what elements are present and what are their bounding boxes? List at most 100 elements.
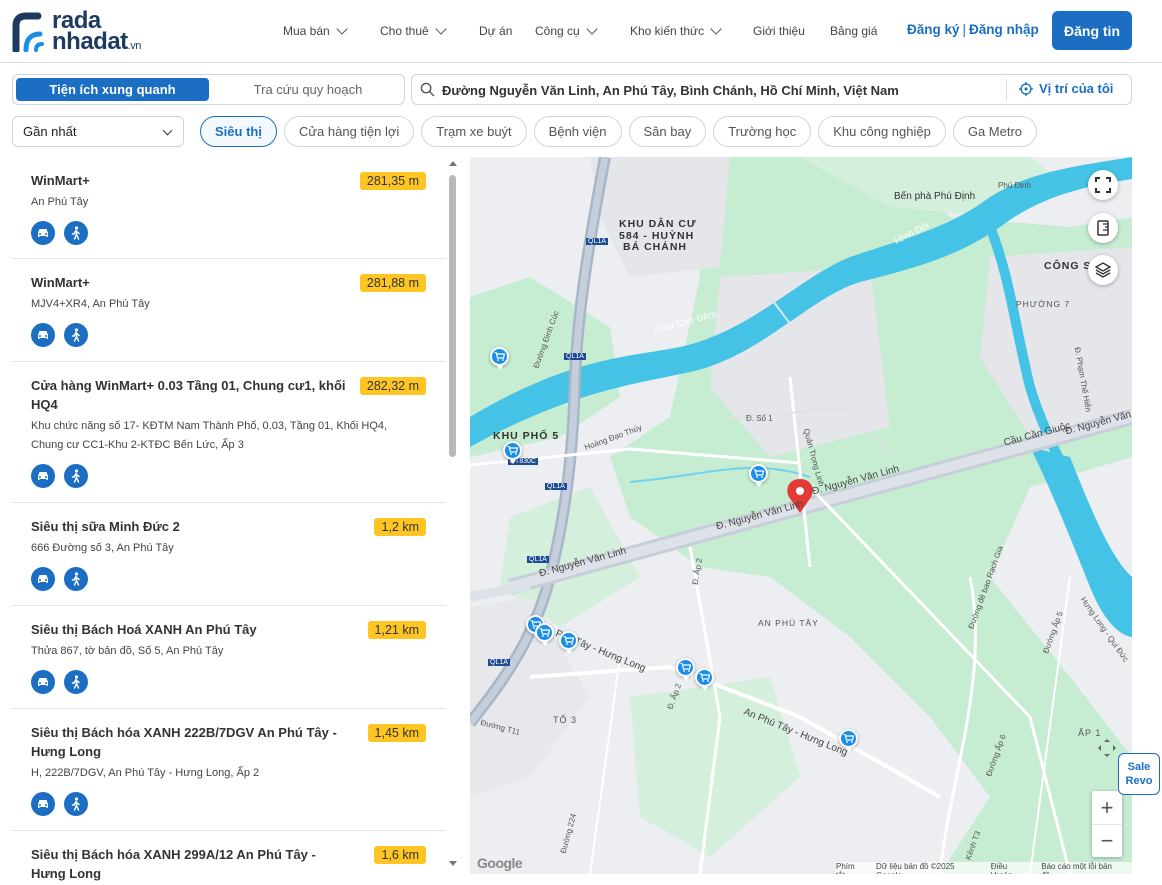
sale-revo-badge[interactable]: Sale Revo xyxy=(1118,753,1160,795)
item-address: MJV4+XR4, An Phú Tây xyxy=(31,298,150,310)
walk-icon xyxy=(71,572,80,586)
map-label-ql1a: QL1A xyxy=(545,483,567,490)
supermarket-marker-icon[interactable] xyxy=(535,623,554,646)
terms-link[interactable]: Điều khoản xyxy=(991,862,1030,874)
results-list: WinMart+ An Phú Tây 281,35 m WinMart+ MJ… xyxy=(12,157,446,885)
logo[interactable]: rada nhadat.vn xyxy=(12,7,162,55)
item-name: Siêu thị Bách hóa XANH 222B/7DGV An Phú … xyxy=(31,725,337,759)
login-link[interactable]: Đăng nhập xyxy=(969,22,1039,37)
layers-button[interactable] xyxy=(1088,255,1118,285)
walk-icon xyxy=(71,226,80,240)
car-route-button[interactable] xyxy=(31,792,55,816)
map-label-ward: TỔ 3 xyxy=(553,715,578,725)
list-item[interactable]: Cửa hàng WinMart+ 0.03 Tầng 01, Chung cư… xyxy=(12,362,446,503)
scroll-thumb[interactable] xyxy=(449,175,456,457)
list-item[interactable]: Siêu thị Bách Hoá XANH An Phú Tây Thửa 8… xyxy=(12,606,446,709)
walk-icon xyxy=(71,797,80,811)
zoom-in-button[interactable]: + xyxy=(1092,791,1122,824)
pan-icon xyxy=(1098,739,1116,757)
list-item[interactable]: Siêu thị Bách hóa XANH 222B/7DGV An Phú … xyxy=(12,709,446,831)
distance-badge: 281,35 m xyxy=(359,172,426,190)
map-base xyxy=(470,157,1132,874)
item-address: Khu chức năng số 17- KĐTM Nam Thành Phố,… xyxy=(31,420,388,451)
car-icon xyxy=(38,331,48,339)
supermarket-marker-icon[interactable] xyxy=(676,658,695,681)
walk-route-button[interactable] xyxy=(64,670,88,694)
distance-badge: 1,2 km xyxy=(374,518,426,536)
distance-badge: 281,88 m xyxy=(359,274,426,292)
tab-nearby-amenities[interactable]: Tiện ích xung quanh xyxy=(16,78,209,101)
car-route-button[interactable] xyxy=(31,567,55,591)
chip-truong-hoc[interactable]: Trường học xyxy=(713,116,812,147)
walk-icon xyxy=(71,675,80,689)
walk-route-button[interactable] xyxy=(64,567,88,591)
car-route-button[interactable] xyxy=(31,670,55,694)
auth-links: Đăng ký | Đăng nhập xyxy=(907,22,1039,37)
walk-route-button[interactable] xyxy=(64,221,88,245)
supermarket-marker-icon[interactable] xyxy=(749,464,768,487)
car-route-button[interactable] xyxy=(31,464,55,488)
chip-khu-cong-nghiep[interactable]: Khu công nghiệp xyxy=(818,116,946,147)
walk-route-button[interactable] xyxy=(64,464,88,488)
list-scrollbar[interactable] xyxy=(448,157,457,885)
map-label-street: Phú Định xyxy=(998,181,1031,190)
my-location-button[interactable]: Vị trí của tôi xyxy=(1019,81,1113,96)
map-label-ql1a: QL1A xyxy=(564,353,586,360)
walk-route-button[interactable] xyxy=(64,323,88,347)
header-divider xyxy=(0,62,1162,63)
report-error-link[interactable]: Báo cáo một lỗi bản đồ xyxy=(1041,862,1121,874)
nav-item-gioi-thieu[interactable]: Giới thiệu xyxy=(753,22,830,40)
car-route-button[interactable] xyxy=(31,323,55,347)
tab-planning-lookup[interactable]: Tra cứu quy hoạch xyxy=(213,78,403,101)
chip-ga-metro[interactable]: Ga Metro xyxy=(952,116,1038,147)
item-name: Siêu thị Bách hóa XANH 299A/12 An Phú Tâ… xyxy=(31,847,316,881)
chevron-down-icon xyxy=(336,23,348,35)
nav-item-kho-kien-thuc[interactable]: Kho kiến thức xyxy=(630,22,753,40)
chip-benh-vien[interactable]: Bệnh viện xyxy=(533,116,622,147)
list-item[interactable]: WinMart+ MJV4+XR4, An Phú Tây 281,88 m xyxy=(12,259,446,362)
supermarket-marker-icon[interactable] xyxy=(839,729,858,752)
nav-item-du-an[interactable]: Dự án xyxy=(479,22,535,40)
scroll-up-icon[interactable] xyxy=(449,161,457,166)
chip-sieu-thi[interactable]: Siêu thị xyxy=(200,116,277,147)
map-label-area: KHU PHỐ 5 xyxy=(493,430,560,442)
chip-cua-hang-tien-loi[interactable]: Cửa hàng tiện lợi xyxy=(283,116,415,147)
distance-badge: 1,6 km xyxy=(374,846,426,864)
search-input[interactable] xyxy=(442,80,1002,100)
sort-select[interactable]: Gần nhất xyxy=(12,116,184,147)
search-divider xyxy=(1006,79,1007,101)
logo-text: rada nhadat.vn xyxy=(52,7,141,55)
header: rada nhadat.vn Mua bán Cho thuê Dự án Cô… xyxy=(0,0,1162,62)
car-route-button[interactable] xyxy=(31,221,55,245)
list-item[interactable]: Siêu thị Bách hóa XANH 299A/12 An Phú Tâ… xyxy=(12,831,446,885)
nav-item-bang-gia[interactable]: Bảng giá xyxy=(830,22,890,40)
sale-badge-line1: Sale xyxy=(1127,761,1151,773)
walk-route-button[interactable] xyxy=(64,792,88,816)
keyboard-shortcuts-link[interactable]: Phím tắt xyxy=(836,862,865,874)
chip-tram-xe-buyt[interactable]: Trạm xe buýt xyxy=(421,116,527,147)
chevron-down-icon xyxy=(435,23,447,35)
zoom-out-button[interactable]: − xyxy=(1092,824,1122,857)
map-label-area: KHU DÂN CƯ xyxy=(619,218,697,230)
car-icon xyxy=(38,575,48,583)
nav-item-cong-cu[interactable]: Công cụ xyxy=(535,22,630,40)
ruler-button[interactable] xyxy=(1088,213,1118,243)
nav-item-mua-ban[interactable]: Mua bán xyxy=(283,22,380,40)
supermarket-marker-icon[interactable] xyxy=(490,347,509,370)
chip-san-bay[interactable]: Sân bay xyxy=(628,116,707,147)
auth-separator: | xyxy=(962,22,967,37)
walk-icon xyxy=(71,469,80,483)
map-label-ql1a: QL1A xyxy=(527,556,549,563)
fullscreen-button[interactable] xyxy=(1088,170,1118,200)
item-name: Siêu thị Bách Hoá XANH An Phú Tây xyxy=(31,622,257,637)
scroll-down-icon[interactable] xyxy=(449,861,457,866)
register-link[interactable]: Đăng ký xyxy=(907,22,960,37)
supermarket-marker-icon[interactable] xyxy=(695,668,714,691)
list-item[interactable]: Siêu thị sữa Minh Đức 2 666 Đường số 3, … xyxy=(12,503,446,606)
supermarket-marker-icon[interactable] xyxy=(559,631,578,654)
post-listing-button[interactable]: Đăng tin xyxy=(1052,11,1132,50)
supermarket-marker-icon[interactable] xyxy=(503,441,522,464)
list-item[interactable]: WinMart+ An Phú Tây 281,35 m xyxy=(12,157,446,259)
map-view[interactable]: QL1A QL1A QL1A QL1A QL1A ĐT830C KHU DÂN … xyxy=(470,157,1132,874)
nav-item-cho-thue[interactable]: Cho thuê xyxy=(380,22,479,40)
